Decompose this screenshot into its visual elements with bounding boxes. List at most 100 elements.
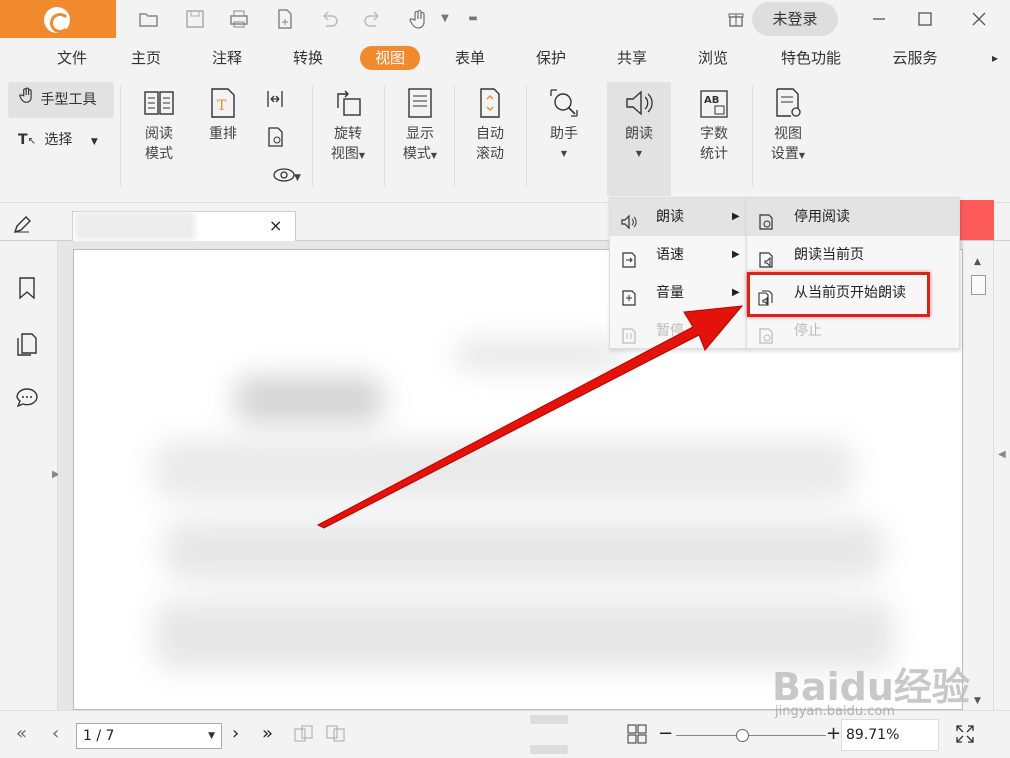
fit-width-button[interactable]	[262, 88, 288, 116]
blurred-content	[154, 440, 854, 500]
page-view-button[interactable]	[262, 126, 288, 154]
pencil-icon[interactable]	[12, 215, 32, 235]
read-mode-button[interactable]: 阅读 模式	[134, 86, 184, 164]
status-pill-bottom	[530, 745, 568, 754]
menu-bar: 文件 主页 注释 转换 视图 表单 保护 共享 浏览 特色功能 云服务 ▸	[0, 38, 1010, 76]
watermark-url: jingyan.baidu.com	[775, 704, 895, 719]
view-settings-button[interactable]: 视图 设置▼	[762, 86, 814, 166]
next-page-icon[interactable]: ›	[232, 723, 239, 745]
select-tool-button[interactable]: T↖ 选择 ▼	[8, 126, 114, 154]
read-aloud-button[interactable]: 朗读 ▼	[607, 82, 671, 196]
rotate-view-button[interactable]: 旋转 视图▼	[322, 86, 374, 166]
prev-view-icon[interactable]	[293, 723, 315, 751]
close-tab-icon[interactable]: ×	[269, 216, 282, 235]
customize-icon[interactable]: ▬	[462, 8, 484, 30]
menu-view[interactable]: 视图	[360, 46, 420, 70]
page-layout-icon[interactable]	[626, 723, 648, 751]
zoom-value-input[interactable]: 89.71%	[841, 719, 939, 751]
expand-right-panel-icon: ◀	[998, 449, 1006, 460]
assistant-button[interactable]: 助手 ▼	[538, 86, 590, 164]
last-page-icon[interactable]: »	[262, 723, 273, 745]
auto-scroll-icon	[473, 86, 507, 120]
menu-share[interactable]: 共享	[612, 46, 652, 70]
right-panel-toggle[interactable]: ◀	[993, 241, 1010, 710]
menu-form[interactable]: 表单	[450, 46, 490, 70]
menu-item-speed[interactable]: 语速 ▶	[610, 236, 746, 274]
menu-item-read-current-page[interactable]: 朗读当前页	[747, 236, 959, 274]
comments-icon[interactable]	[14, 385, 40, 411]
menu-cloud-service[interactable]: 云服务	[890, 46, 940, 70]
zoom-out-icon[interactable]: −	[658, 723, 673, 745]
eye-view-button[interactable]: ▼	[262, 164, 306, 192]
undo-icon[interactable]	[318, 8, 340, 30]
first-page-icon[interactable]: «	[16, 723, 27, 745]
word-count-icon: AB	[697, 86, 731, 120]
menu-home[interactable]: 主页	[126, 46, 166, 70]
auto-scroll-label-2: 滚动	[476, 146, 504, 162]
open-folder-icon[interactable]	[138, 8, 160, 30]
word-count-label-2: 统计	[700, 146, 728, 162]
print-icon[interactable]	[228, 8, 250, 30]
display-mode-label-1: 显示	[406, 126, 434, 142]
page-number-input[interactable]: 1 / 7 ▼	[76, 723, 222, 749]
ribbon-separator	[526, 86, 527, 186]
login-button[interactable]: 未登录	[752, 2, 838, 36]
dropdown-icon[interactable]: ▼	[434, 8, 456, 30]
view-settings-icon	[771, 86, 805, 120]
hand-tool-button[interactable]: 手型工具	[8, 82, 114, 118]
menu-protect[interactable]: 保护	[531, 46, 571, 70]
minimize-icon[interactable]	[866, 6, 892, 32]
menu-item-label: 语速	[656, 247, 684, 263]
svg-text:AB: AB	[704, 95, 719, 106]
zoom-in-icon[interactable]: +	[826, 723, 841, 745]
bookmark-icon[interactable]	[14, 275, 40, 301]
hand-icon[interactable]	[408, 8, 430, 30]
zoom-slider-knob[interactable]	[736, 729, 749, 742]
menu-item-read[interactable]: 朗读 ▶	[610, 198, 746, 236]
rotate-view-label-1: 旋转	[334, 126, 362, 142]
new-doc-icon[interactable]	[274, 8, 296, 30]
app-logo[interactable]	[0, 0, 116, 38]
auto-scroll-button[interactable]: 自动 滚动	[464, 86, 516, 164]
redo-icon[interactable]	[362, 8, 384, 30]
menu-browse[interactable]: 浏览	[693, 46, 733, 70]
reflow-button[interactable]: T 重排	[198, 86, 248, 144]
document-tab[interactable]: ×	[72, 211, 296, 242]
maximize-icon[interactable]	[912, 6, 938, 32]
zoom-slider-track[interactable]	[676, 735, 826, 736]
page-number-value: 1 / 7	[83, 728, 115, 744]
svg-text:T: T	[217, 98, 227, 114]
menu-special-features[interactable]: 特色功能	[778, 46, 844, 70]
scroll-down-icon[interactable]: ▼	[974, 696, 981, 706]
menu-item-disable-reading[interactable]: 停用阅读	[747, 198, 959, 236]
read-aloud-menu: 朗读 ▶ 语速 ▶ 音量 ▶ 暂停	[609, 197, 747, 349]
prev-page-icon[interactable]: ‹	[52, 723, 59, 745]
display-mode-button[interactable]: 显示 模式▼	[394, 86, 446, 166]
scroll-thumb[interactable]	[971, 275, 986, 295]
menu-convert[interactable]: 转换	[288, 46, 328, 70]
menu-more-icon[interactable]: ▸	[988, 46, 1002, 70]
scroll-up-icon[interactable]: ▲	[974, 257, 981, 267]
chevron-down-icon[interactable]: ▼	[208, 724, 215, 748]
next-view-icon[interactable]	[325, 723, 347, 751]
close-window-icon[interactable]	[966, 6, 992, 32]
submenu-arrow-icon: ▶	[732, 287, 740, 298]
fullscreen-icon[interactable]	[954, 723, 976, 751]
status-pill-top	[530, 715, 568, 724]
menu-item-label: 朗读	[656, 209, 684, 225]
watermark-logo: Baidu经验	[772, 665, 970, 709]
disable-reading-icon	[757, 208, 775, 230]
word-count-button[interactable]: AB 字数 统计	[688, 86, 740, 164]
menu-comment[interactable]: 注释	[207, 46, 247, 70]
chevron-down-icon: ▼	[90, 137, 98, 147]
promo-banner[interactable]	[958, 200, 994, 240]
ribbon-toolbar: 手型工具 T↖ 选择 ▼ 阅读 模式 T 重排 ▼ 旋转 视图▼ 显示 模式▼ …	[0, 76, 1010, 268]
save-icon[interactable]	[184, 8, 206, 30]
gift-icon[interactable]	[725, 8, 747, 30]
vertical-scrollbar[interactable]: ▲ ▼	[963, 241, 993, 710]
menu-file[interactable]: 文件	[52, 46, 92, 70]
pages-icon[interactable]	[14, 331, 40, 357]
fit-width-icon	[267, 91, 283, 107]
menu-item-pause: 暂停	[610, 312, 746, 350]
menu-item-volume[interactable]: 音量 ▶	[610, 274, 746, 312]
